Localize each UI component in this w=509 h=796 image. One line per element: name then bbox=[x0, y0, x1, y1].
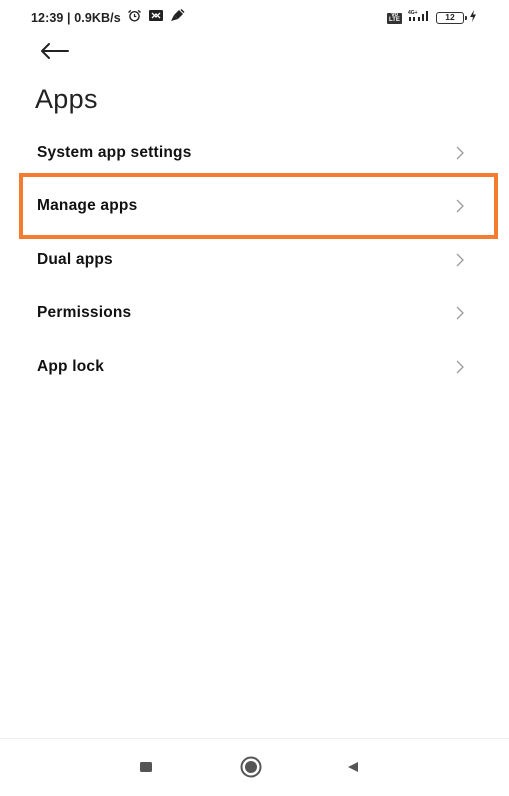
volte-icon: Vo LTE bbox=[387, 12, 402, 24]
status-bar: 12:39 | 0.9KB/s Vo LTE 4G+ 12 bbox=[0, 0, 509, 34]
menu-item-app-lock[interactable]: App lock bbox=[0, 340, 509, 394]
triangle-back-icon bbox=[345, 759, 361, 780]
menu-item-label: Manage apps bbox=[37, 197, 138, 215]
menu-item-label: Dual apps bbox=[37, 250, 113, 268]
menu-item-label: System app settings bbox=[37, 143, 192, 161]
circle-icon bbox=[239, 755, 263, 784]
alarm-icon bbox=[127, 9, 142, 27]
chevron-right-icon bbox=[455, 359, 465, 375]
back-button[interactable] bbox=[36, 40, 72, 66]
chevron-right-icon bbox=[455, 198, 465, 214]
page-title: Apps bbox=[35, 84, 98, 114]
charging-icon bbox=[469, 9, 477, 27]
menu-item-manage-apps[interactable]: Manage apps bbox=[0, 180, 509, 234]
menu-item-system-app-settings[interactable]: System app settings bbox=[0, 126, 509, 180]
square-icon bbox=[138, 759, 154, 780]
chevron-right-icon bbox=[455, 252, 465, 268]
svg-text:4G+: 4G+ bbox=[408, 10, 418, 16]
menu-item-permissions[interactable]: Permissions bbox=[0, 287, 509, 341]
chevron-right-icon bbox=[455, 305, 465, 321]
chevron-right-icon bbox=[455, 145, 465, 161]
recents-button[interactable] bbox=[128, 751, 164, 787]
signal-icon: 4G+ bbox=[407, 9, 431, 27]
menu-item-dual-apps[interactable]: Dual apps bbox=[0, 233, 509, 287]
back-nav-button[interactable] bbox=[335, 751, 371, 787]
home-button[interactable] bbox=[233, 751, 269, 787]
battery-icon: 12 bbox=[436, 12, 467, 24]
screen-rotate-icon bbox=[148, 9, 164, 27]
status-time-speed: 12:39 | 0.9KB/s bbox=[31, 11, 121, 25]
nav-bar bbox=[0, 739, 509, 796]
broom-icon bbox=[170, 8, 185, 27]
battery-level: 12 bbox=[445, 12, 455, 22]
status-left: 12:39 | 0.9KB/s bbox=[31, 8, 185, 27]
back-arrow-icon bbox=[39, 42, 69, 65]
menu-item-label: App lock bbox=[37, 357, 105, 375]
status-right: Vo LTE 4G+ 12 bbox=[387, 9, 477, 27]
menu-item-label: Permissions bbox=[37, 304, 132, 322]
menu-list: System app settings Manage apps Dual app… bbox=[0, 126, 509, 394]
